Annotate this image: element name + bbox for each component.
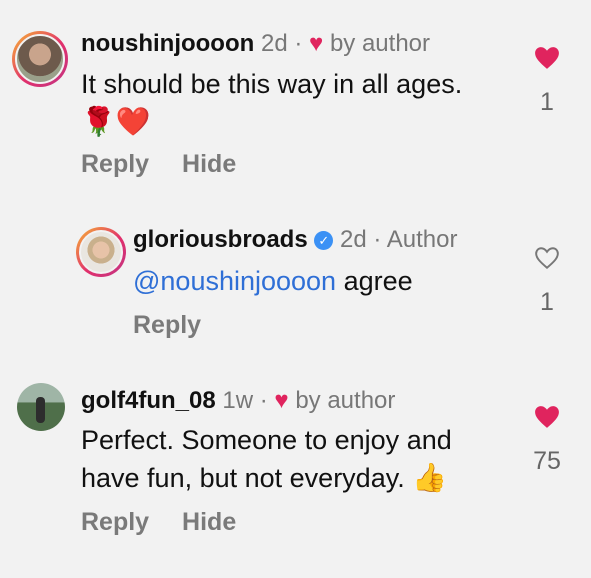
- username[interactable]: golf4fun_08: [81, 387, 216, 414]
- comment-meta: golf4fun_08 1w · ♥ by author: [81, 386, 395, 416]
- comment-item: golf4fun_08 1w · ♥ by author Perfect. So…: [0, 360, 591, 578]
- avatar[interactable]: [12, 31, 68, 87]
- reply-button[interactable]: Reply: [81, 150, 149, 178]
- separator: ·: [373, 226, 382, 253]
- heart-outline-icon[interactable]: [534, 246, 560, 270]
- comment-text: @noushinjoooon agree: [133, 262, 513, 300]
- comment-text: It should be this way in all ages. 🌹❤️: [81, 65, 511, 141]
- comment-item: noushinjoooon 2d · ♥ by author It should…: [0, 0, 591, 200]
- comment-text-line: Perfect. Someone to enjoy and: [81, 425, 452, 455]
- comment-reply-item: gloriousbroads ✓ 2d · Author @noushinjoo…: [0, 200, 591, 360]
- hide-button[interactable]: Hide: [182, 508, 236, 536]
- avatar-figure: [36, 397, 45, 423]
- comment-actions: Reply: [133, 311, 227, 340]
- separator: ·: [294, 30, 303, 57]
- avatar[interactable]: [76, 227, 126, 277]
- comment-actions: Reply Hide: [81, 508, 262, 537]
- thumbs-up-emoji: 👍: [412, 462, 448, 493]
- liked-by-author-heart-icon: ♥: [274, 387, 289, 414]
- mention-link[interactable]: @noushinjoooon: [133, 266, 336, 296]
- comment-actions: Reply Hide: [81, 150, 262, 179]
- timestamp: 1w: [222, 387, 254, 414]
- comment-meta: gloriousbroads ✓ 2d · Author: [133, 225, 457, 255]
- comment-meta: noushinjoooon 2d · ♥ by author: [81, 29, 430, 59]
- liked-by-author-label: by author: [295, 387, 396, 414]
- reply-button[interactable]: Reply: [81, 508, 149, 536]
- separator: ·: [259, 387, 268, 414]
- liked-by-author-label: by author: [329, 30, 431, 57]
- heart-filled-icon[interactable]: [534, 405, 560, 429]
- avatar[interactable]: [17, 383, 65, 431]
- hide-button[interactable]: Hide: [182, 150, 236, 178]
- comment-text-line: have fun, but not everyday.: [81, 463, 405, 493]
- comment-text-line: agree: [336, 266, 413, 296]
- like-control: 1: [522, 246, 572, 317]
- username[interactable]: gloriousbroads: [133, 226, 308, 253]
- comment-text-line: It should be this way in all ages.: [81, 69, 463, 99]
- comment-emoji: 🌹❤️: [81, 106, 151, 137]
- like-count: 1: [540, 88, 554, 116]
- liked-by-author-heart-icon: ♥: [309, 30, 324, 57]
- comment-text: Perfect. Someone to enjoy and have fun, …: [81, 421, 521, 497]
- like-control: 75: [522, 405, 572, 476]
- like-control: 1: [522, 46, 572, 117]
- timestamp: 2d: [260, 30, 288, 57]
- verified-badge-icon: ✓: [314, 231, 334, 250]
- timestamp: 2d: [340, 226, 367, 253]
- reply-button[interactable]: Reply: [133, 311, 201, 339]
- username[interactable]: noushinjoooon: [81, 30, 254, 57]
- like-count: 75: [533, 447, 561, 475]
- author-label: Author: [386, 226, 458, 253]
- heart-filled-icon[interactable]: [534, 46, 560, 70]
- like-count: 1: [540, 288, 554, 316]
